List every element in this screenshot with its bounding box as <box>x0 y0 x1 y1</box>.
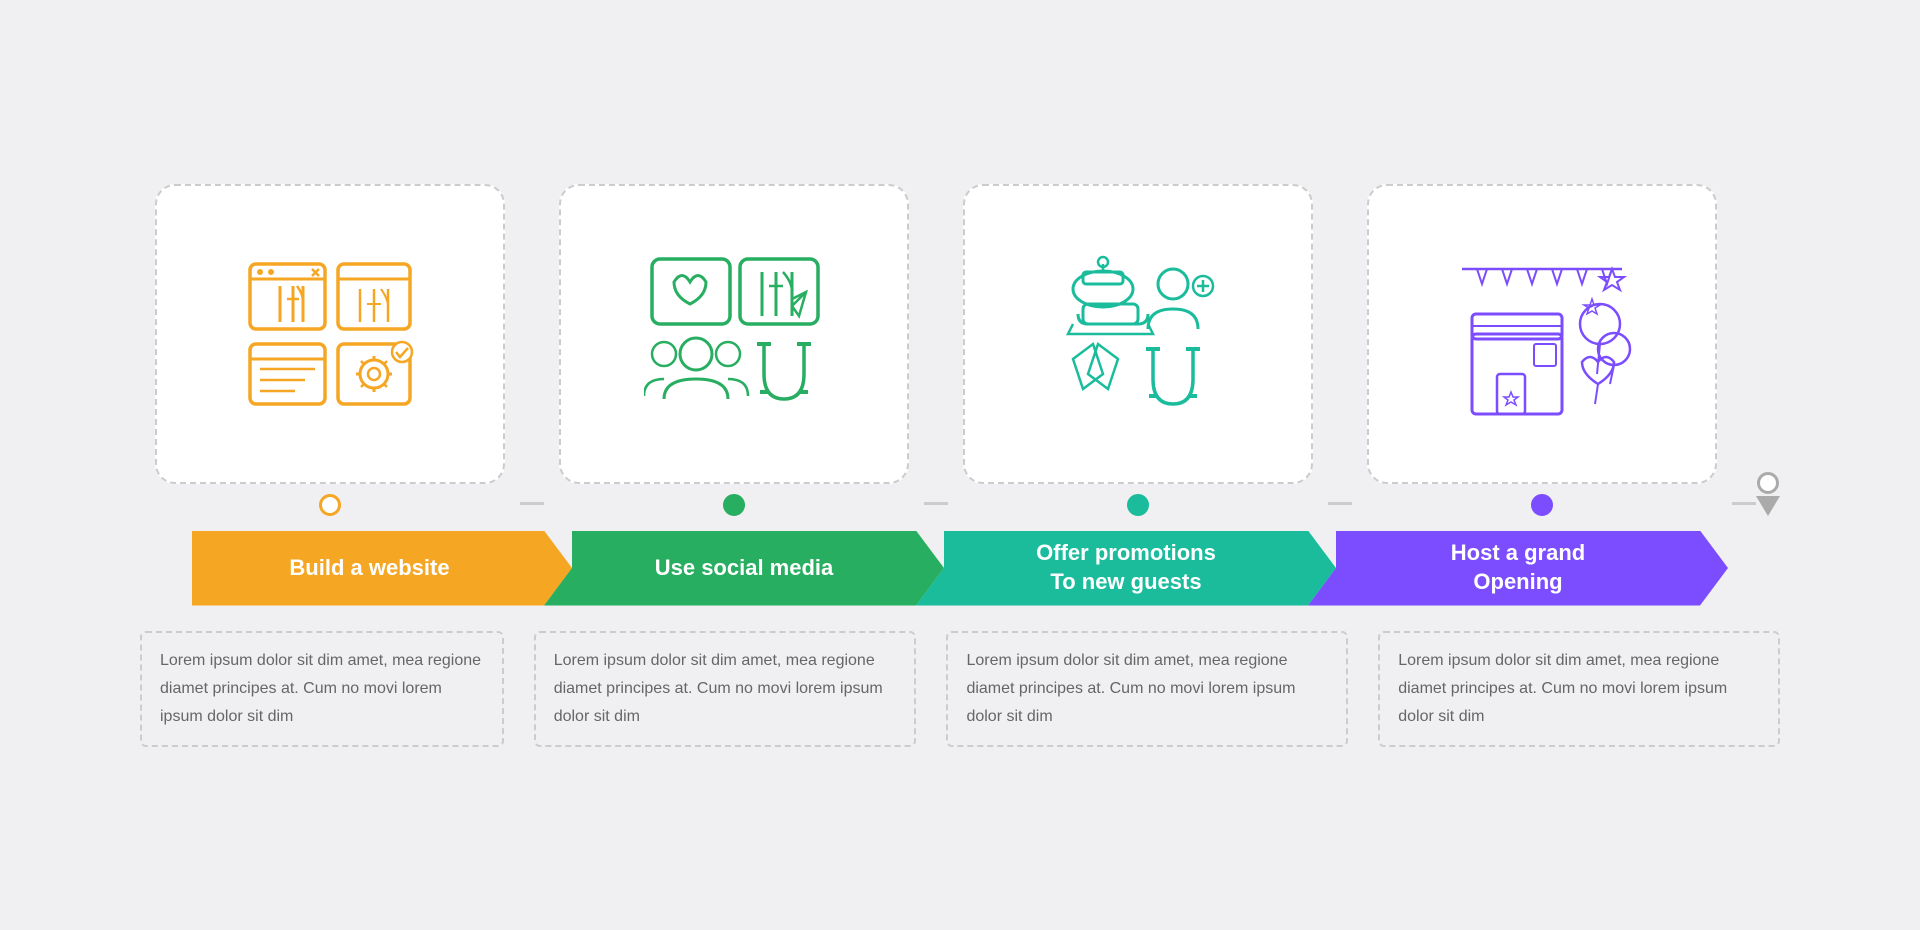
item-opening <box>1352 184 1732 516</box>
line-2-3 <box>924 502 948 505</box>
desc-website-text: Lorem ipsum dolor sit dim amet, mea regi… <box>160 652 481 725</box>
social-icon <box>644 244 824 424</box>
desc-social: Lorem ipsum dolor sit dim amet, mea regi… <box>534 631 917 747</box>
desc-website: Lorem ipsum dolor sit dim amet, mea regi… <box>140 631 504 747</box>
desc-social-text: Lorem ipsum dolor sit dim amet, mea regi… <box>554 652 883 725</box>
desc-promotions: Lorem ipsum dolor sit dim amet, mea regi… <box>946 631 1348 747</box>
website-icon <box>240 244 420 424</box>
end-connector <box>1756 472 1780 516</box>
arrow-promotions: Offer promotions To new guests <box>916 531 1336 606</box>
line-3-4 <box>1328 502 1352 505</box>
arrow-opening: Host a grand Opening <box>1308 531 1728 606</box>
line-1-2 <box>520 502 544 505</box>
dot-end <box>1757 472 1779 494</box>
infographic: Build a website Use social media Offer p… <box>60 184 1860 747</box>
card-promotions <box>963 184 1313 484</box>
item-promotions <box>948 184 1328 516</box>
description-row: Lorem ipsum dolor sit dim amet, mea regi… <box>60 631 1860 747</box>
dot-website <box>319 494 341 516</box>
card-opening <box>1367 184 1717 484</box>
arrow-website-label: Build a website <box>289 555 449 581</box>
dot-opening <box>1531 494 1553 516</box>
promotions-icon <box>1048 244 1228 424</box>
item-social <box>544 184 924 516</box>
item-website <box>140 184 520 516</box>
arrow-promotions-label: Offer promotions To new guests <box>1036 539 1216 596</box>
card-social <box>559 184 909 484</box>
arrow-social-label: Use social media <box>655 555 834 581</box>
card-website <box>155 184 505 484</box>
arrow-row: Build a website Use social media Offer p… <box>60 531 1860 606</box>
line-end <box>1732 502 1756 505</box>
opening-icon <box>1452 244 1632 424</box>
desc-opening: Lorem ipsum dolor sit dim amet, mea regi… <box>1378 631 1780 747</box>
arrow-website: Build a website <box>192 531 572 606</box>
dot-promotions <box>1127 494 1149 516</box>
desc-promotions-text: Lorem ipsum dolor sit dim amet, mea regi… <box>966 652 1295 725</box>
desc-opening-text: Lorem ipsum dolor sit dim amet, mea regi… <box>1398 652 1727 725</box>
arrow-social: Use social media <box>544 531 944 606</box>
arrow-opening-label: Host a grand Opening <box>1451 539 1585 596</box>
dot-social <box>723 494 745 516</box>
down-arrow-icon <box>1756 496 1780 516</box>
